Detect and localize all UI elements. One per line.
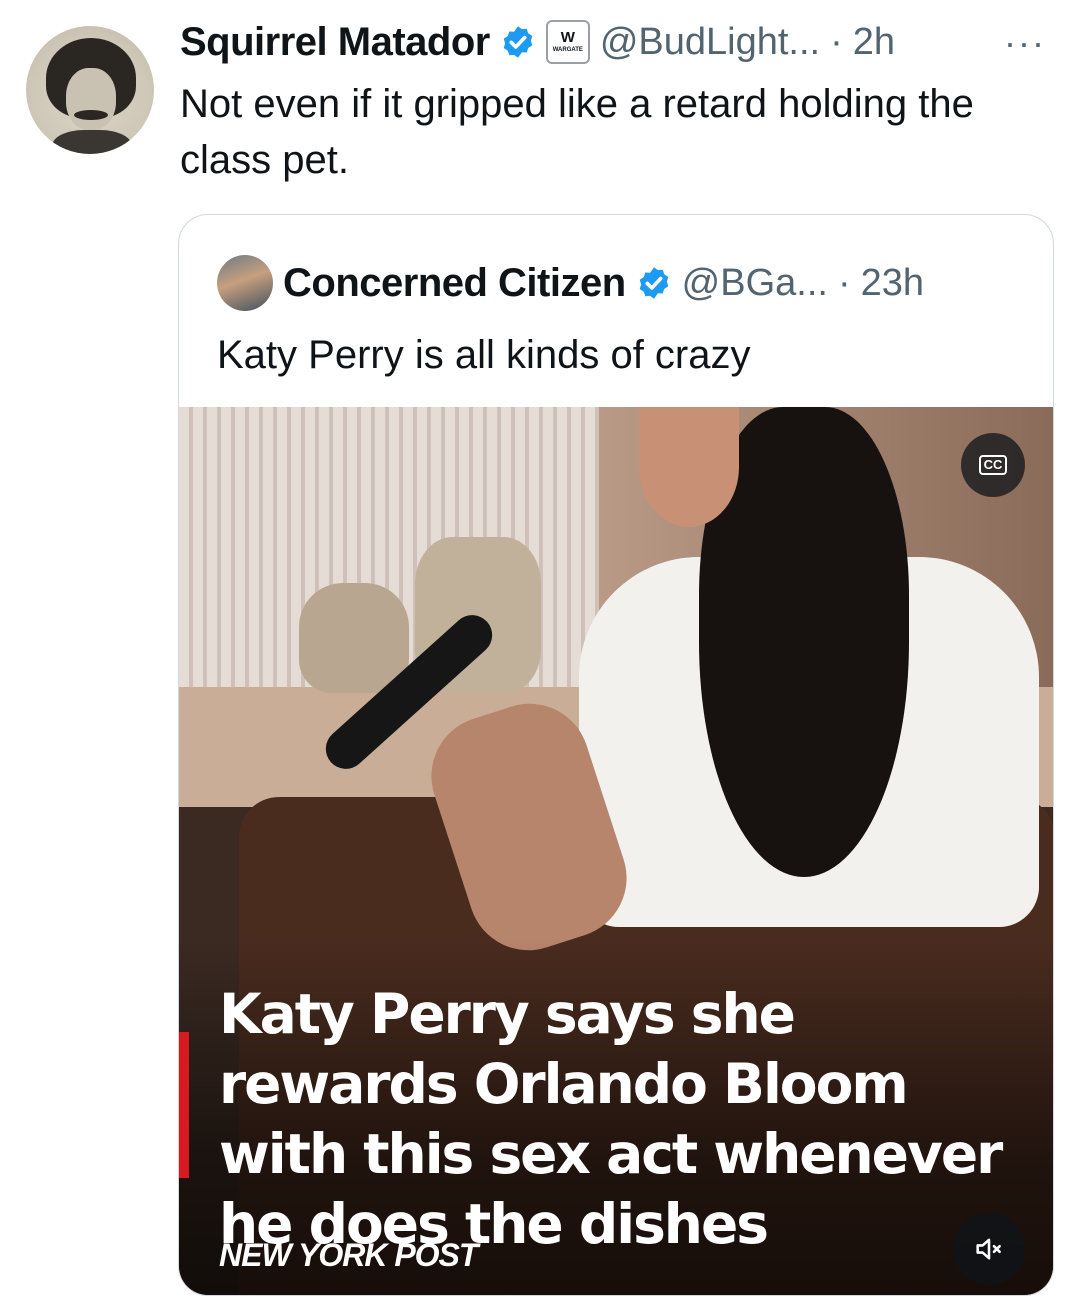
speaker-muted-icon xyxy=(976,1238,1001,1260)
tweet-text: Not even if it gripped like a retard hol… xyxy=(180,82,974,182)
quoted-author-name: Concerned Citizen xyxy=(283,260,626,305)
quoted-tweet-header: Concerned Citizen @BGa... · 23h xyxy=(217,255,924,311)
quoted-tweet-timestamp: 23h xyxy=(860,261,925,304)
author-avatar[interactable] xyxy=(26,26,154,154)
author-handle[interactable]: @BudLight... xyxy=(600,21,820,64)
separator-dot: · xyxy=(830,20,843,63)
tweet-timestamp[interactable]: 2h xyxy=(853,21,895,64)
mute-button[interactable] xyxy=(953,1213,1025,1285)
video-headline: Katy Perry says she rewards Orlando Bloo… xyxy=(219,982,1003,1256)
separator-dot: · xyxy=(837,261,851,304)
headline-accent-bar xyxy=(179,1032,189,1178)
quoted-author-handle: @BGa... xyxy=(681,261,828,304)
verified-badge-icon xyxy=(503,26,533,58)
captions-icon: CC xyxy=(978,455,1008,475)
quoted-author-avatar xyxy=(217,255,273,311)
verified-badge-icon xyxy=(639,267,668,299)
captions-button[interactable]: CC xyxy=(961,433,1025,497)
publisher-logo: NEW YORK POST xyxy=(219,1237,478,1273)
tweet-header: Squirrel Matador W WARGATE @BudLight... … xyxy=(180,18,895,66)
quoted-tweet[interactable]: Concerned Citizen @BGa... · 23h Katy Per… xyxy=(178,214,1054,1296)
quoted-tweet-text: Katy Perry is all kinds of crazy xyxy=(217,333,751,377)
author-name[interactable]: Squirrel Matador xyxy=(180,20,490,65)
affiliate-badge-icon[interactable]: W WARGATE xyxy=(545,20,590,64)
video-player[interactable]: Katy Perry says she rewards Orlando Bloo… xyxy=(179,407,1053,1295)
more-options-icon[interactable]: ··· xyxy=(1004,22,1046,64)
